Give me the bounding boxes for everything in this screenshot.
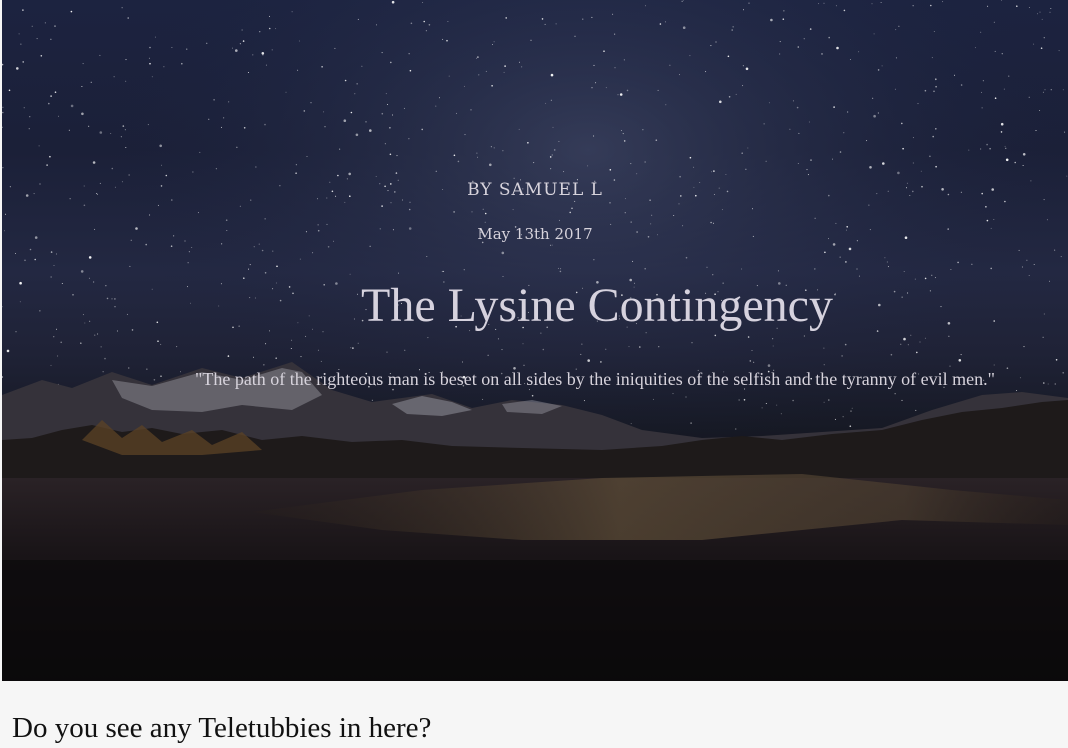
section-heading: Do you see any Teletubbies in here? [12, 712, 432, 744]
publish-date: May 13th 2017 [477, 225, 593, 243]
author-byline: BY SAMUEL L [467, 180, 603, 200]
hero-banner: BY SAMUEL L May 13th 2017 The Lysine Con… [2, 0, 1068, 681]
hero-text-overlay: BY SAMUEL L May 13th 2017 The Lysine Con… [2, 0, 1068, 681]
article-title: The Lysine Contingency [361, 279, 833, 332]
article-quote: "The path of the righteous man is beset … [194, 369, 996, 389]
